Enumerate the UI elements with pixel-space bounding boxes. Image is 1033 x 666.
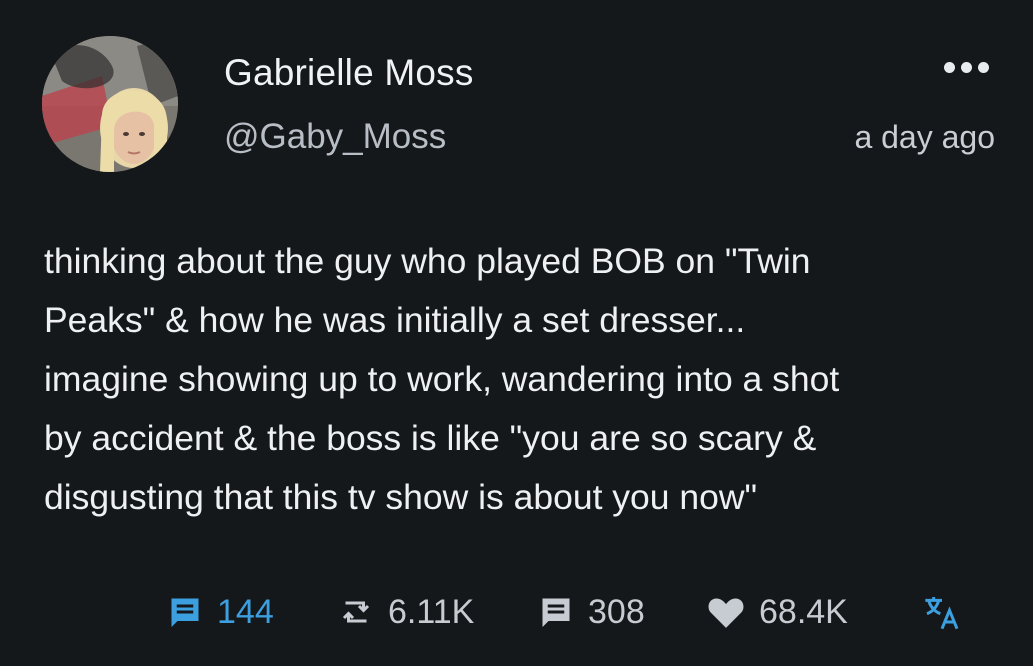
more-dot: [961, 62, 972, 73]
user-handle[interactable]: @Gaby_Moss: [224, 117, 446, 157]
tweet-text: thinking about the guy who played BOB on…: [44, 232, 994, 527]
quote-count: 308: [588, 592, 645, 631]
retweet-button[interactable]: 6.11K: [338, 588, 474, 636]
more-horizontal-icon: [944, 62, 955, 73]
retweet-count: 6.11K: [388, 592, 475, 631]
more-dot: [978, 62, 989, 73]
tweet-line: imagine showing up to work, wandering in…: [44, 359, 840, 399]
tweet-timestamp[interactable]: a day ago: [854, 119, 995, 156]
display-name[interactable]: Gabrielle Moss: [224, 52, 474, 94]
quote-button[interactable]: 308: [538, 588, 645, 636]
like-button[interactable]: 68.4K: [707, 588, 848, 636]
reply-button[interactable]: 144: [167, 588, 274, 636]
reply-count: 144: [217, 592, 274, 631]
tweet-line: disgusting that this tv show is about yo…: [44, 477, 758, 517]
tweet-actions: 144 6.11K 308 68.4K: [0, 588, 1033, 636]
translate-icon: [925, 597, 959, 630]
quote-icon: [542, 598, 570, 627]
reply-icon: [171, 598, 199, 627]
tweet-line: Peaks" & how he was initially a set dres…: [44, 300, 746, 340]
heart-icon: [708, 598, 744, 628]
tweet-line: by accident & the boss is like "you are …: [44, 418, 817, 458]
retweet-icon: [342, 601, 370, 623]
profile-photo: [42, 36, 178, 172]
avatar[interactable]: [42, 36, 178, 172]
more-options-button[interactable]: [944, 62, 989, 73]
like-count: 68.4K: [759, 592, 848, 631]
translate-button[interactable]: [922, 588, 962, 636]
tweet-line: thinking about the guy who played BOB on…: [44, 241, 811, 281]
